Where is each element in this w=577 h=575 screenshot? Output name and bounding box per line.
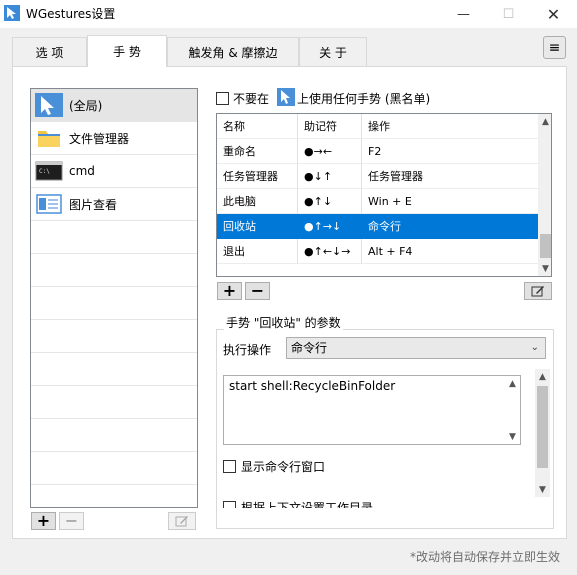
cmd-icon: C:\	[35, 161, 63, 181]
list-item	[31, 386, 197, 419]
add-app-button[interactable]: +	[31, 512, 56, 530]
textarea-scrollbar[interactable]: ▲ ▼	[505, 376, 520, 444]
scroll-up-icon[interactable]: ▲	[505, 376, 520, 391]
app-item-cmd[interactable]: C:\ cmd	[31, 155, 197, 188]
tab-options[interactable]: 选 项	[12, 37, 87, 67]
blacklist-prefix-label: 不要在	[233, 92, 270, 106]
app-item-global[interactable]: (全局)	[31, 89, 197, 122]
svg-text:C:\: C:\	[39, 168, 50, 175]
table-row[interactable]: 重命名 ●→← F2	[217, 139, 539, 164]
tab-hot-corners[interactable]: 触发角 & 摩擦边	[167, 37, 299, 67]
column-header-action[interactable]: 操作	[362, 114, 539, 139]
list-item	[31, 287, 197, 320]
command-textarea[interactable]: start shell:RecycleBinFolder ▲ ▼	[223, 375, 521, 445]
scroll-up-icon[interactable]: ▲	[538, 114, 551, 129]
hamburger-menu-icon[interactable]: ≡	[543, 36, 566, 59]
gesture-symbol: ●↑↓	[298, 189, 362, 214]
scroll-up-icon[interactable]: ▲	[535, 369, 550, 384]
edit-icon	[531, 286, 544, 297]
tab-gestures[interactable]: 手 势	[87, 35, 167, 67]
table-row[interactable]: 此电脑 ●↑↓ Win + E	[217, 189, 539, 214]
context-cwd-checkbox[interactable]	[223, 501, 236, 508]
scroll-thumb[interactable]	[540, 234, 551, 258]
table-row[interactable]: 任务管理器 ●↓↑ 任务管理器	[217, 164, 539, 189]
params-scrollbar[interactable]: ▲ ▼	[535, 369, 550, 497]
params-title: 手势 "回收站" 的参数	[224, 314, 343, 331]
show-window-label: 显示命令行窗口	[241, 460, 326, 474]
blacklist-suffix-label: 上使用任何手势 (黑名单)	[297, 92, 431, 106]
gesture-name: 退出	[217, 239, 298, 264]
edit-gesture-button[interactable]	[524, 282, 552, 300]
maximize-icon[interactable]: ☐	[486, 0, 531, 28]
app-label: (全局)	[69, 98, 103, 113]
gesture-name: 此电脑	[217, 189, 298, 214]
table-scrollbar[interactable]: ▲ ▼	[538, 114, 551, 276]
column-header-symbol[interactable]: 助记符	[298, 114, 362, 139]
table-header: 名称 助记符 操作	[217, 114, 539, 139]
list-item	[31, 221, 197, 254]
app-item-file-manager[interactable]: 文件管理器	[31, 122, 197, 155]
gesture-name: 回收站	[217, 214, 298, 239]
autosave-note: *改动将自动保存并立即生效	[410, 550, 561, 564]
gesture-action: F2	[362, 139, 539, 164]
app-list[interactable]: (全局) 文件管理器 C:\ cmd 图片查看	[30, 88, 198, 508]
chevron-down-icon: ⌄	[530, 342, 539, 353]
table-row[interactable]: 退出 ●↑←↓→ Alt + F4	[217, 239, 539, 264]
table-row-selected[interactable]: 回收站 ●↑→↓ 命令行	[217, 214, 539, 239]
gestures-panel: (全局) 文件管理器 C:\ cmd 图片查看 + − 不要在 上使用任何手势 …	[12, 66, 567, 539]
gesture-name: 任务管理器	[217, 164, 298, 189]
gesture-symbol: ●↑→↓	[298, 214, 362, 239]
cursor-icon	[277, 88, 295, 106]
image-viewer-icon	[36, 194, 62, 214]
blacklist-checkbox[interactable]	[216, 92, 229, 105]
folder-icon	[38, 131, 60, 147]
window-title: WGestures设置	[26, 7, 116, 21]
add-gesture-button[interactable]: +	[217, 282, 242, 300]
title-bar: WGestures设置 — ☐ ✕	[0, 0, 577, 28]
gesture-action: Alt + F4	[362, 239, 539, 264]
app-label: cmd	[69, 164, 95, 178]
gesture-table[interactable]: 名称 助记符 操作 重命名 ●→← F2 任务管理器 ●↓↑ 任务管理器 此电脑…	[216, 113, 552, 277]
list-item	[31, 419, 197, 452]
list-item	[31, 353, 197, 386]
close-icon[interactable]: ✕	[531, 0, 576, 28]
gesture-action: 任务管理器	[362, 164, 539, 189]
action-select[interactable]: 命令行 ⌄	[286, 337, 546, 359]
action-label: 执行操作	[223, 343, 272, 357]
list-item	[31, 254, 197, 287]
scroll-down-icon[interactable]: ▼	[505, 429, 520, 444]
scroll-down-icon[interactable]: ▼	[535, 482, 550, 497]
list-item	[31, 320, 197, 353]
context-cwd-label: 根据上下文设置工作目录	[241, 501, 374, 508]
edit-app-button[interactable]	[168, 512, 196, 530]
app-label: 文件管理器	[69, 131, 130, 146]
gesture-symbol: ●→←	[298, 139, 362, 164]
column-header-name[interactable]: 名称	[217, 114, 298, 139]
gesture-action: 命令行	[362, 214, 539, 239]
gesture-action: Win + E	[362, 189, 539, 214]
gesture-symbol: ●↑←↓→	[298, 239, 362, 264]
command-text: start shell:RecycleBinFolder	[229, 379, 396, 393]
remove-gesture-button[interactable]: −	[245, 282, 270, 300]
scroll-down-icon[interactable]: ▼	[538, 261, 551, 276]
gesture-name: 重命名	[217, 139, 298, 164]
params-options: 显示命令行窗口 根据上下文设置工作目录	[217, 452, 531, 508]
app-label: 图片查看	[69, 197, 118, 212]
gesture-symbol: ●↓↑	[298, 164, 362, 189]
action-select-value: 命令行	[291, 341, 328, 355]
remove-app-button[interactable]: −	[59, 512, 84, 530]
app-icon	[4, 5, 20, 21]
tab-about[interactable]: 关 于	[299, 37, 367, 67]
global-cursor-icon	[35, 93, 63, 117]
scroll-thumb[interactable]	[537, 386, 548, 468]
edit-icon	[175, 516, 188, 527]
minimize-icon[interactable]: —	[441, 0, 486, 28]
list-item	[31, 452, 197, 485]
app-item-image-viewer[interactable]: 图片查看	[31, 188, 197, 221]
show-window-checkbox[interactable]	[223, 460, 236, 473]
